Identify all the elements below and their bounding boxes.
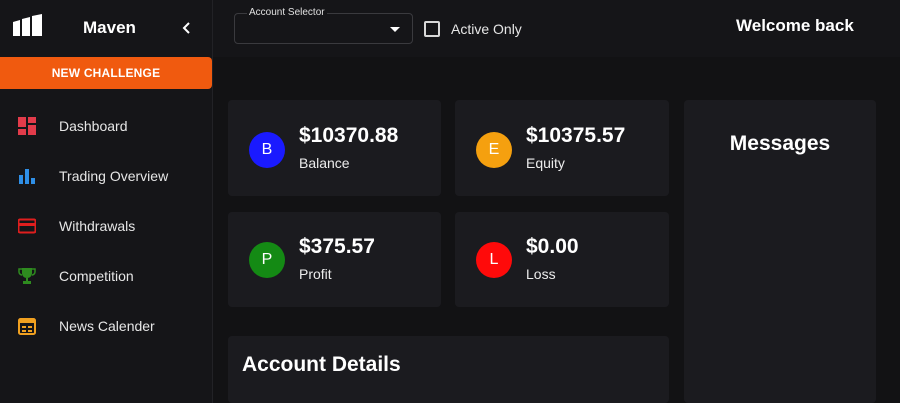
sidebar-item-dashboard[interactable]: Dashboard xyxy=(0,106,212,146)
maven-logo-icon xyxy=(13,14,42,36)
balance-avatar-letter: B xyxy=(261,141,273,158)
equity-card: E $10375.57 Equity xyxy=(455,100,669,196)
balance-card: B $10370.88 Balance xyxy=(228,100,441,196)
brand-name: Maven xyxy=(83,18,136,37)
new-challenge-button[interactable]: NEW CHALLENGE xyxy=(0,57,212,89)
sidebar-item-label: Competition xyxy=(59,268,134,284)
profit-avatar-letter: P xyxy=(261,251,273,268)
active-only-checkbox[interactable] xyxy=(424,21,440,37)
sidebar-item-label: Dashboard xyxy=(59,118,128,134)
equity-caption: Equity xyxy=(526,155,565,171)
credit-card-icon xyxy=(18,218,36,234)
equity-value: $10375.57 xyxy=(526,124,626,147)
account-details-title: Account Details xyxy=(242,353,401,376)
loss-avatar-letter: L xyxy=(489,251,499,268)
loss-caption: Loss xyxy=(526,266,556,282)
account-selector-label: Account Selector xyxy=(247,7,327,18)
messages-title: Messages xyxy=(729,132,831,155)
trophy-icon xyxy=(18,268,36,284)
equity-avatar: E xyxy=(476,132,512,168)
sidebar-item-news-calender[interactable]: News Calender xyxy=(0,306,212,346)
brand-header: Maven xyxy=(0,0,213,57)
equity-avatar-letter: E xyxy=(488,141,500,158)
active-only-label[interactable]: Active Only xyxy=(451,21,522,37)
collapse-sidebar-button[interactable] xyxy=(178,17,196,39)
bar-chart-icon xyxy=(19,169,35,184)
sidebar-item-label: Trading Overview xyxy=(59,168,169,184)
sidebar-item-withdrawals[interactable]: Withdrawals xyxy=(0,206,212,246)
sidebar-item-label: Withdrawals xyxy=(59,218,136,234)
chevron-left-icon xyxy=(182,22,190,34)
profit-card: P $375.57 Profit xyxy=(228,212,441,307)
profit-caption: Profit xyxy=(299,266,332,282)
profit-avatar: P xyxy=(249,242,285,278)
balance-value: $10370.88 xyxy=(299,124,399,147)
account-details-panel: Account Details xyxy=(228,336,669,403)
balance-caption: Balance xyxy=(299,155,350,171)
sidebar: Maven NEW CHALLENGE Dashboard Trading Ov… xyxy=(0,0,213,403)
caret-down-icon xyxy=(390,27,400,32)
balance-avatar: B xyxy=(249,132,285,168)
dashboard-icon xyxy=(18,117,36,135)
sidebar-item-trading-overview[interactable]: Trading Overview xyxy=(0,156,212,196)
sidebar-item-label: News Calender xyxy=(59,318,155,334)
welcome-text: Welcome back xyxy=(736,16,854,35)
loss-avatar: L xyxy=(476,242,512,278)
loss-card: L $0.00 Loss xyxy=(455,212,669,307)
sidebar-item-competition[interactable]: Competition xyxy=(0,256,212,296)
profit-value: $375.57 xyxy=(299,235,375,258)
loss-value: $0.00 xyxy=(526,235,579,258)
messages-panel: Messages xyxy=(684,100,876,403)
calendar-icon xyxy=(18,318,36,335)
